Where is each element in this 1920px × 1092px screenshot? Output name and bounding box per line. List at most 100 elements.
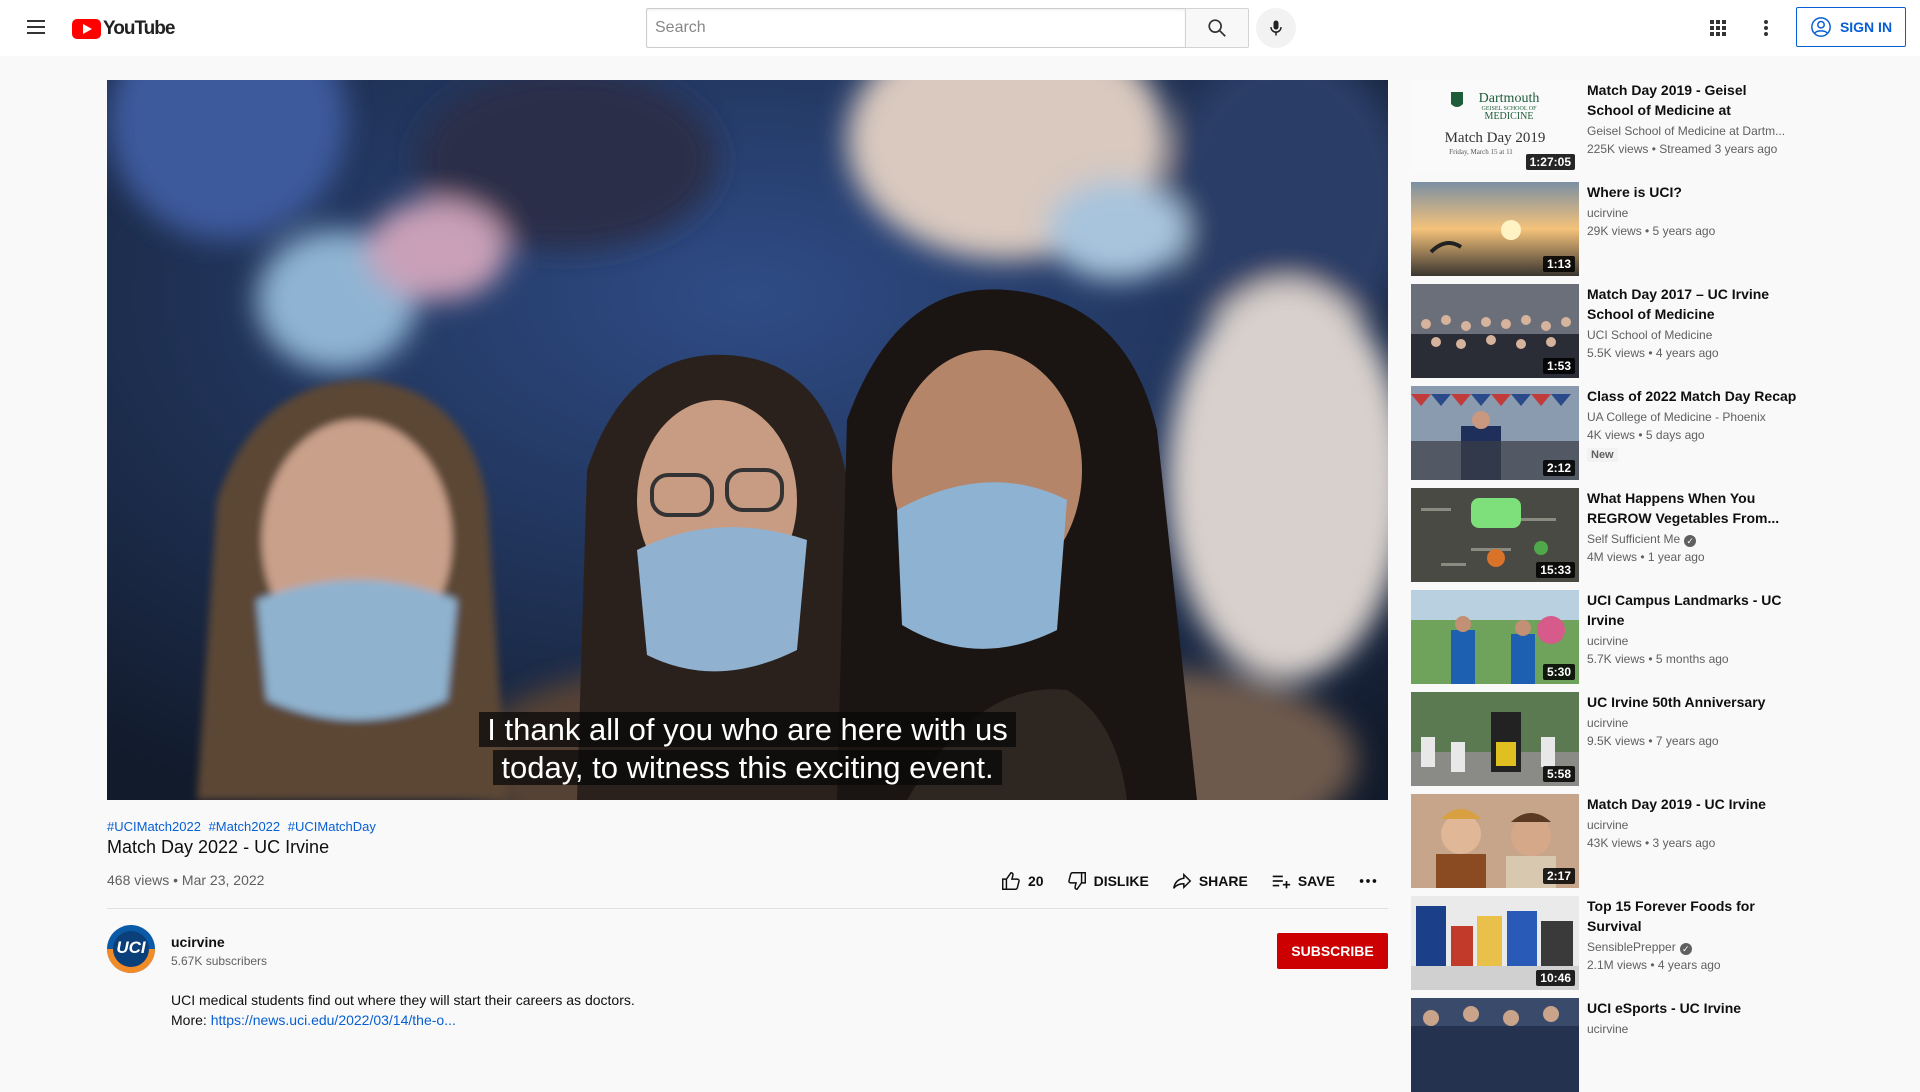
video-thumbnail[interactable]: 5:58 <box>1411 692 1579 786</box>
recommendation-title[interactable]: Class of 2022 Match Day Recap <box>1587 386 1797 406</box>
recommendation-title[interactable]: Match Day 2019 - Geisel School of Medici… <box>1587 80 1797 120</box>
subscribe-button[interactable]: SUBSCRIBE <box>1277 933 1388 969</box>
description-text: UCI medical students find out where they… <box>171 992 635 1008</box>
description-more: More: https://news.uci.edu/2022/03/14/th… <box>171 1010 635 1030</box>
video-duration: 1:53 <box>1542 358 1575 374</box>
search-input[interactable] <box>646 8 1185 48</box>
more-actions-button[interactable] <box>1357 870 1379 892</box>
video-thumbnail[interactable]: 15:33 <box>1411 488 1579 582</box>
more-vert-icon[interactable] <box>1754 16 1778 40</box>
recommendation-stats: 29K views • 5 years ago <box>1587 224 1716 238</box>
recommendation-stats: 2.1M views • 4 years ago <box>1587 958 1721 972</box>
recommendation-title[interactable]: What Happens When You REGROW Vegetables … <box>1587 488 1797 528</box>
description-link[interactable]: https://news.uci.edu/2022/03/14/the-o... <box>211 1012 456 1028</box>
subscriber-count: 5.67K subscribers <box>171 954 268 968</box>
dislike-button[interactable]: DISLIKE <box>1066 870 1149 892</box>
save-button[interactable]: SAVE <box>1270 870 1335 892</box>
recommendation-item[interactable]: 2:12 Class of 2022 Match Day Recap UA Co… <box>1411 386 1813 480</box>
recommendation-item[interactable]: UCI eSports - UC Irvine ucirvine <box>1411 998 1813 1092</box>
hashtag-link[interactable]: #UCIMatch2022 <box>107 819 201 834</box>
recommendation-item[interactable]: 1:53 Match Day 2017 – UC Irvine School o… <box>1411 284 1813 378</box>
verified-icon: ✓ <box>1679 943 1692 955</box>
recommendation-stats: 225K views • Streamed 3 years ago <box>1587 142 1778 156</box>
like-count: 20 <box>1028 873 1044 889</box>
more-horiz-icon <box>1359 879 1377 883</box>
recommendation-title[interactable]: Where is UCI? <box>1587 182 1797 202</box>
recommendation-channel[interactable]: ucirvine <box>1587 1022 1797 1036</box>
recommendation-item[interactable]: Dartmouth GEISEL SCHOOL OF MEDICINE Matc… <box>1411 80 1813 174</box>
video-thumbnail[interactable]: 1:13 <box>1411 182 1579 276</box>
thumb-up-icon <box>1002 872 1020 890</box>
video-duration: 15:33 <box>1536 562 1575 578</box>
recommendation-title[interactable]: Top 15 Forever Foods for Survival <box>1587 896 1797 936</box>
channel-avatar[interactable]: UCI <box>107 925 155 973</box>
microphone-icon <box>1270 20 1282 36</box>
recommendation-channel[interactable]: Self Sufficient Me ✓ <box>1587 532 1797 547</box>
recommendation-title[interactable]: UCI Campus Landmarks - UC Irvine <box>1587 590 1797 630</box>
video-description: UCI medical students find out where they… <box>171 990 635 1030</box>
recommendation-item[interactable]: 5:58 UC Irvine 50th Anniversary ucirvine… <box>1411 692 1813 786</box>
recommendation-item[interactable]: 15:33 What Happens When You REGROW Veget… <box>1411 488 1813 582</box>
video-duration: 1:27:05 <box>1525 154 1575 170</box>
recommendation-channel[interactable]: ucirvine <box>1587 206 1797 220</box>
youtube-logo[interactable]: YouTube <box>72 18 175 40</box>
recommendation-channel[interactable]: Geisel School of Medicine at Dartm... <box>1587 124 1797 138</box>
menu-icon[interactable] <box>24 16 48 40</box>
divider <box>107 908 1388 909</box>
channel-name[interactable]: ucirvine <box>171 934 225 950</box>
video-thumbnail[interactable]: 10:46 <box>1411 896 1579 990</box>
video-duration: 5:58 <box>1542 766 1575 782</box>
recommendation-item[interactable]: 5:30 UCI Campus Landmarks - UC Irvine uc… <box>1411 590 1813 684</box>
video-thumbnail[interactable]: 5:30 <box>1411 590 1579 684</box>
recommendation-title[interactable]: Match Day 2017 – UC Irvine School of Med… <box>1587 284 1797 324</box>
sign-in-button[interactable]: SIGN IN <box>1796 7 1906 47</box>
recommendation-title[interactable]: Match Day 2019 - UC Irvine <box>1587 794 1797 814</box>
video-thumbnail[interactable]: 2:12 <box>1411 386 1579 480</box>
recommendation-title[interactable]: UCI eSports - UC Irvine <box>1587 998 1797 1018</box>
recommendation-channel[interactable]: UCI School of Medicine <box>1587 328 1797 342</box>
like-button[interactable]: 20 <box>1000 870 1044 892</box>
recommendation-channel[interactable]: ucirvine <box>1587 634 1797 648</box>
recommendation-stats: 4K views • 5 days ago <box>1587 428 1705 442</box>
recommendation-item[interactable]: 10:46 Top 15 Forever Foods for Survival … <box>1411 896 1813 990</box>
logo-text: YouTube <box>103 18 175 39</box>
video-thumbnail[interactable]: 1:53 <box>1411 284 1579 378</box>
hashtag-link[interactable]: #Match2022 <box>209 819 281 834</box>
video-duration: 5:30 <box>1542 664 1575 680</box>
video-thumbnail[interactable]: Dartmouth GEISEL SCHOOL OF MEDICINE Matc… <box>1411 80 1579 174</box>
recommendation-stats: 4M views • 1 year ago <box>1587 550 1705 564</box>
account-icon <box>1811 17 1831 37</box>
voice-search-button[interactable] <box>1256 8 1296 48</box>
share-label: SHARE <box>1198 873 1248 889</box>
verified-icon: ✓ <box>1684 535 1697 547</box>
top-bar: YouTube SIGN IN <box>0 0 1920 56</box>
hashtag-link[interactable]: #UCIMatchDay <box>288 819 376 834</box>
recommendation-item[interactable]: 2:17 Match Day 2019 - UC Irvine ucirvine… <box>1411 794 1813 888</box>
video-thumbnail[interactable]: 2:17 <box>1411 794 1579 888</box>
recommendation-item[interactable]: 1:13 Where is UCI? ucirvine 29K views • … <box>1411 182 1813 276</box>
thumb-text: Dartmouth <box>1479 91 1540 106</box>
search-button[interactable] <box>1185 8 1249 48</box>
playlist-add-icon <box>1272 875 1290 889</box>
video-actions: 20 DISLIKE SHARE SAVE <box>1000 870 1401 892</box>
video-frame <box>107 80 1388 800</box>
recommendation-stats: 5.7K views • 5 months ago <box>1587 652 1729 666</box>
recommendation-channel[interactable]: SensiblePrepper ✓ <box>1587 940 1797 955</box>
video-duration: 10:46 <box>1536 970 1575 986</box>
save-label: SAVE <box>1297 873 1335 889</box>
recommendation-title[interactable]: UC Irvine 50th Anniversary <box>1587 692 1797 712</box>
thumbnail-image <box>1411 998 1579 1092</box>
apps-grid-icon[interactable] <box>1706 16 1730 40</box>
recommendation-channel[interactable]: ucirvine <box>1587 818 1797 832</box>
recommendation-channel[interactable]: UA College of Medicine - Phoenix <box>1587 410 1797 424</box>
recommendation-channel[interactable]: ucirvine <box>1587 716 1797 730</box>
video-player[interactable]: I thank all of you who are here with us … <box>107 80 1388 800</box>
video-thumbnail[interactable] <box>1411 998 1579 1092</box>
share-button[interactable]: SHARE <box>1171 870 1248 892</box>
recommendation-stats: 5.5K views • 4 years ago <box>1587 346 1719 360</box>
thumb-text: MEDICINE <box>1485 111 1534 122</box>
video-duration: 2:12 <box>1542 460 1575 476</box>
caption-line-2: today, to witness this exciting event. <box>107 750 1388 786</box>
recommendation-stats: 43K views • 3 years ago <box>1587 836 1716 850</box>
new-badge: New <box>1587 448 1618 462</box>
